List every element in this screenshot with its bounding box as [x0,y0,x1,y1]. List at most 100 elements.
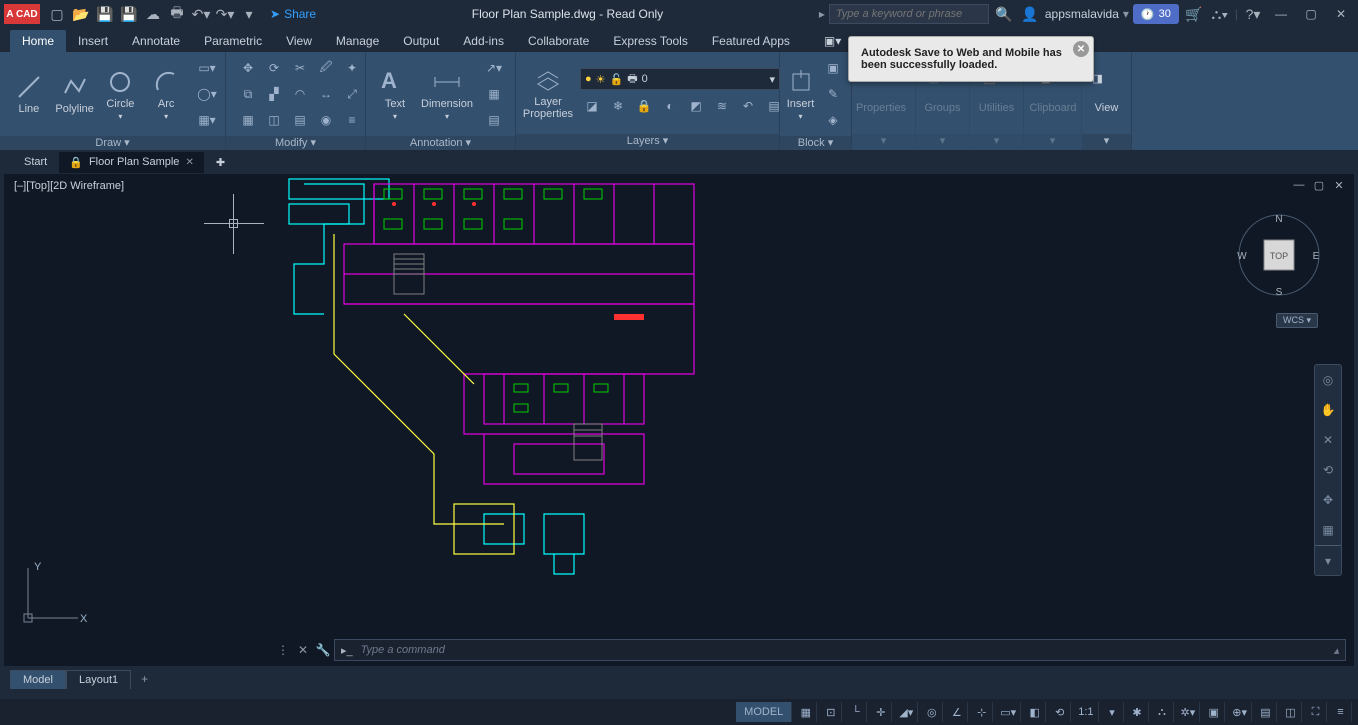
layer-freeze-icon[interactable]: ❄ [606,94,630,118]
mtext-icon[interactable]: ▤ [482,108,506,132]
search-icon[interactable]: 🔍 [993,3,1015,25]
vp-minimize-icon[interactable]: — [1290,178,1308,192]
arc-button[interactable]: Arc▾ [143,57,189,131]
mirror-icon[interactable]: ▞ [262,82,286,106]
tab-new-button[interactable]: ✚ [206,152,235,173]
tab-close-button[interactable]: ✕ [185,157,193,168]
sb-scale-drop-icon[interactable]: ▾ [1102,702,1124,722]
layer-lock-icon[interactable]: 🔒 [632,94,656,118]
search-input[interactable] [829,4,989,24]
panel-util-drop[interactable]: ▾ [970,134,1023,150]
polyline-button[interactable]: Polyline [52,57,98,131]
minimize-button[interactable]: — [1268,4,1294,24]
tab-insert[interactable]: Insert [66,30,120,52]
sb-annoscale-icon[interactable]: ✱ [1127,702,1149,722]
arrayrect-icon[interactable]: ▤ [288,108,312,132]
circle-button[interactable]: Circle▾ [98,57,144,131]
saveas-button[interactable]: 💾 [118,3,140,25]
layout-layout1[interactable]: Layout1 [66,670,131,689]
sb-snap-icon[interactable]: ⊡ [820,702,842,722]
block-create-icon[interactable]: ▣ [821,56,845,80]
sb-grid-icon[interactable]: ▦ [795,702,817,722]
nav-pan-icon[interactable]: ✋ [1315,395,1341,425]
layout-model[interactable]: Model [10,670,66,689]
command-line[interactable]: ▸_ Type a command ▴ [334,639,1346,661]
sb-customize-icon[interactable]: ≡ [1330,702,1352,722]
sb-lwt-icon[interactable]: ▭▾ [996,702,1021,722]
table-icon[interactable]: ▦ [482,82,506,106]
sb-hardware-icon[interactable]: ▤ [1255,702,1277,722]
nav-showmotion-icon[interactable]: ✥ [1315,485,1341,515]
text-button[interactable]: A Text▾ [372,57,418,131]
scale-icon[interactable]: ⤢ [340,82,364,106]
layer-iso-icon[interactable]: ◪ [580,94,604,118]
username[interactable]: appsmalavida [1045,7,1119,21]
apps-icon[interactable]: ⛬▾ [1209,3,1231,25]
redo-button[interactable]: ↷▾ [214,3,236,25]
vp-maximize-icon[interactable]: ▢ [1310,178,1328,192]
panel-draw-label[interactable]: Draw ▾ [0,136,225,150]
sb-otrack-icon[interactable]: ⊹ [971,702,993,722]
tab-parametric[interactable]: Parametric [192,30,274,52]
new-button[interactable]: ▢ [46,3,68,25]
sb-monitor-icon[interactable]: ▣ [1203,702,1225,722]
tab-collaborate[interactable]: Collaborate [516,30,601,52]
qat-dropdown[interactable]: ▾ [238,3,260,25]
tab-manage[interactable]: Manage [324,30,391,52]
tab-start[interactable]: Start [14,152,57,172]
layer-match-icon[interactable]: ≋ [710,94,734,118]
open-button[interactable]: 📂 [70,3,92,25]
tab-express[interactable]: Express Tools [601,30,699,52]
sb-iso-icon[interactable]: ◢▾ [895,702,918,722]
erase-icon[interactable]: 🖉 [314,56,338,80]
layer-prev-icon[interactable]: ↶ [736,94,760,118]
tab-addins[interactable]: Add-ins [451,30,516,52]
sb-transparency-icon[interactable]: ◧ [1024,702,1046,722]
fillet-icon[interactable]: ◠ [288,82,312,106]
sb-ortho-icon[interactable]: └ [845,702,867,722]
dimension-button[interactable]: Dimension▾ [418,57,476,131]
cmd-customize-icon[interactable]: 🔧 [314,641,332,659]
tab-output[interactable]: Output [391,30,451,52]
align-icon[interactable]: ≡ [340,108,364,132]
share-link[interactable]: ➤ Share [270,7,316,21]
cart-icon[interactable]: 🛒 [1183,3,1205,25]
trim-icon[interactable]: ✂ [288,56,312,80]
block-edit-icon[interactable]: ✎ [821,82,845,106]
drawing-canvas[interactable]: [–][Top][2D Wireframe] — ▢ ✕ [4,174,1354,666]
move-icon[interactable]: ✥ [236,56,260,80]
maximize-button[interactable]: ▢ [1298,4,1324,24]
sb-clean-icon[interactable]: ⛶ [1305,702,1327,722]
viewcube[interactable]: TOP N S E W WCS ▾ [1234,210,1324,300]
tab-current-file[interactable]: 🔒 Floor Plan Sample ✕ [59,152,204,173]
user-icon[interactable]: 👤 [1019,3,1041,25]
help-icon[interactable]: ?▾ [1242,3,1264,25]
rotate-icon[interactable]: ⟳ [262,56,286,80]
user-dropdown-icon[interactable]: ▾ [1123,7,1129,21]
cmd-close-icon[interactable]: ✕ [294,641,312,659]
sb-scale[interactable]: 1:1 [1074,702,1098,722]
explode-icon[interactable]: ✦ [340,56,364,80]
plot-button[interactable]: 🖶 [166,3,188,25]
vp-close-icon[interactable]: ✕ [1330,178,1348,192]
nav-zoom-icon[interactable]: ✕ [1315,425,1341,455]
layerprops-button[interactable]: Layer Properties [522,56,574,130]
layer-dropdown[interactable]: ●☀🔓🖶 0 ▾ [580,68,780,90]
arraypolar-icon[interactable]: ◉ [314,108,338,132]
rect-icon[interactable]: ▭▾ [195,56,219,80]
wcs-dropdown[interactable]: WCS ▾ [1276,313,1318,328]
array-icon[interactable]: ▦ [236,108,260,132]
layout-add-button[interactable]: + [131,669,158,689]
sb-workspace-icon[interactable]: ✲▾ [1177,702,1201,722]
leader-icon[interactable]: ↗▾ [482,56,506,80]
insert-button[interactable]: Insert▾ [786,57,815,131]
sb-units-icon[interactable]: ⊕▾ [1228,702,1252,722]
panel-view-drop[interactable]: ▾ [1082,134,1131,150]
panel-block-label[interactable]: Block ▾ [780,136,851,150]
panel-layers-label[interactable]: Layers ▾ [516,134,779,150]
panel-clip-drop[interactable]: ▾ [1024,134,1081,150]
hatch-icon[interactable]: ▦▾ [195,108,219,132]
sb-3dosnap-icon[interactable]: ∠ [946,702,968,722]
ellipse-icon[interactable]: ◯▾ [195,82,219,106]
undo-button[interactable]: ↶▾ [190,3,212,25]
